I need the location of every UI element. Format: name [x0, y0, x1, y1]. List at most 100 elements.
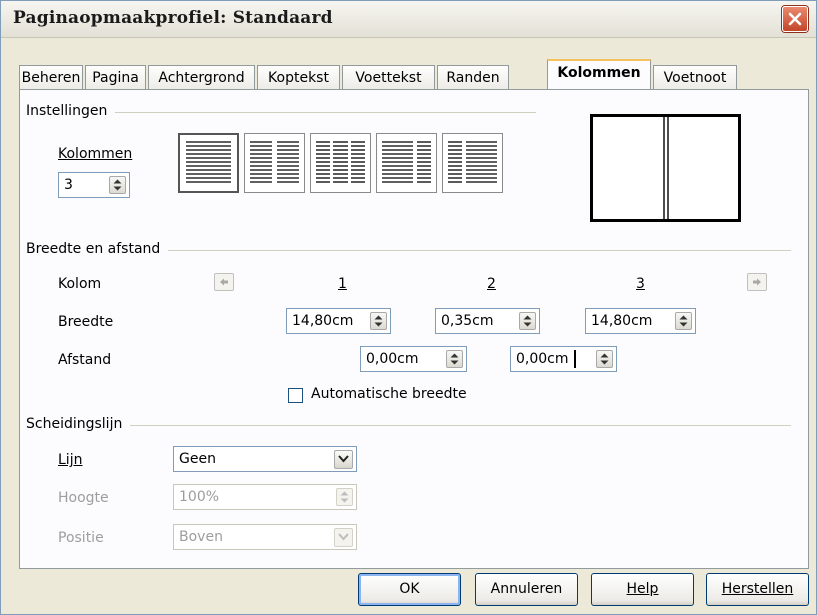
afstand-field-2[interactable]: 0,00cm: [510, 346, 617, 372]
hoogte-stepper[interactable]: 100%: [173, 484, 357, 510]
section-breedte-title: Breedte en afstand: [26, 241, 169, 257]
afstand-field-1[interactable]: 0,00cm: [360, 346, 467, 372]
tab-label: Beheren: [21, 70, 81, 86]
spin-buttons[interactable]: [370, 312, 387, 330]
layout-option-3[interactable]: [310, 133, 371, 193]
lijn-value: Geen: [179, 451, 216, 467]
positie-label: Positie: [58, 530, 104, 546]
column-number-text: 1: [338, 276, 347, 292]
kolom-label: Kolom: [58, 276, 102, 292]
auto-width-label: Automatische breedte: [311, 386, 467, 402]
herstellen-label: Herstellen: [721, 581, 794, 597]
annuleren-button[interactable]: Annuleren: [475, 573, 578, 606]
window-title: Paginaopmaakprofiel: Standaard: [13, 8, 333, 28]
tab-kolommen[interactable]: Kolommen: [547, 59, 651, 89]
afstand-label: Afstand: [58, 352, 112, 368]
spin-arrows-icon: [679, 315, 688, 327]
spin-buttons[interactable]: [109, 176, 126, 194]
tab-label: Pagina: [92, 70, 139, 86]
tab-achtergrond[interactable]: Achtergrond: [148, 65, 255, 90]
tab-beheren[interactable]: Beheren: [19, 65, 83, 90]
layout-option-4[interactable]: [376, 133, 437, 193]
text-caret: [574, 350, 576, 368]
column-number-2: 2: [487, 276, 496, 292]
hoogte-label: Hoogte: [58, 490, 109, 506]
breedte-value: 0,35cm: [441, 313, 494, 329]
breedte-value: 14,80cm: [292, 313, 354, 329]
arrow-left-icon: [220, 278, 228, 286]
tab-label: Voettekst: [355, 70, 422, 86]
tab-label: Voetnoot: [663, 70, 727, 86]
spin-buttons[interactable]: [596, 350, 613, 368]
tab-koptekst[interactable]: Koptekst: [257, 65, 340, 90]
column-right-button[interactable]: [747, 273, 767, 291]
spin-buttons[interactable]: [675, 312, 692, 330]
tab-label: Kolommen: [557, 65, 641, 81]
column-left-button[interactable]: [214, 273, 234, 291]
dropdown-button[interactable]: [334, 450, 353, 469]
close-button[interactable]: [782, 6, 808, 32]
spin-buttons[interactable]: [336, 488, 353, 506]
tab-label: Achtergrond: [158, 70, 245, 86]
tab-label: Randen: [446, 70, 500, 86]
layout-2-icon: [250, 141, 299, 183]
column-number-text: 3: [636, 276, 645, 292]
layout-3-icon: [316, 141, 365, 183]
layout-option-2[interactable]: [244, 133, 305, 193]
tab-randen[interactable]: Randen: [437, 65, 509, 90]
afstand-value: 0,00cm: [366, 351, 419, 367]
column-preview: [590, 114, 741, 222]
column-number-1: 1: [338, 276, 347, 292]
tab-pagina[interactable]: Pagina: [85, 65, 146, 90]
lijn-label-text: Lijn: [58, 452, 83, 468]
layout-option-5[interactable]: [442, 133, 503, 193]
spin-arrows-icon: [340, 491, 349, 503]
tab-voettekst[interactable]: Voettekst: [342, 65, 435, 90]
herstellen-button[interactable]: Herstellen: [706, 573, 809, 606]
spin-arrows-icon: [523, 315, 532, 327]
dialog-window: Paginaopmaakprofiel: Standaard Beheren P…: [0, 0, 817, 615]
column-number-text: 2: [487, 276, 496, 292]
breedte-value: 14,80cm: [591, 313, 653, 329]
preview-column-divider: [663, 117, 669, 219]
spin-arrows-icon: [113, 179, 122, 191]
breedte-field-1[interactable]: 14,80cm: [286, 308, 391, 334]
annuleren-label: Annuleren: [490, 581, 563, 597]
spin-arrows-icon: [600, 353, 609, 365]
spin-buttons[interactable]: [446, 350, 463, 368]
tab-voetnoot[interactable]: Voetnoot: [653, 65, 737, 90]
positie-value: Boven: [179, 529, 223, 545]
title-bar: Paginaopmaakprofiel: Standaard: [1, 1, 816, 38]
layout-5-icon: [448, 141, 497, 183]
layout-option-1[interactable]: [178, 133, 239, 193]
auto-width-checkbox[interactable]: [288, 388, 303, 403]
section-instellingen-title: Instellingen: [26, 103, 116, 119]
column-number-3: 3: [636, 276, 645, 292]
dropdown-button[interactable]: [334, 528, 353, 547]
help-label: Help: [626, 581, 659, 597]
ok-button[interactable]: OK: [358, 573, 461, 606]
chevron-down-icon: [338, 455, 349, 463]
breedte-field-2[interactable]: 0,35cm: [435, 308, 540, 334]
kolommen-label-text: Kolommen: [58, 146, 133, 162]
afstand-value: 0,00cm: [516, 351, 569, 367]
kolommen-label: Kolommen: [58, 146, 132, 162]
spin-buttons[interactable]: [519, 312, 536, 330]
breedte-field-3[interactable]: 14,80cm: [585, 308, 696, 334]
kolommen-stepper[interactable]: 3: [58, 172, 130, 198]
layout-4-icon: [382, 141, 431, 183]
layout-1-icon: [186, 141, 231, 183]
divider: [36, 425, 791, 426]
ok-label: OK: [399, 581, 420, 597]
help-button[interactable]: Help: [591, 573, 694, 606]
arrow-right-icon: [753, 278, 761, 286]
tab-label: Koptekst: [268, 70, 329, 86]
close-icon: [788, 12, 802, 26]
lijn-select[interactable]: Geen: [173, 446, 357, 472]
positie-select[interactable]: Boven: [173, 524, 357, 550]
breedte-label: Breedte: [58, 314, 114, 330]
spin-arrows-icon: [374, 315, 383, 327]
tab-panel-kolommen: Instellingen Kolommen 3 Breedte en afsta…: [19, 89, 809, 569]
hoogte-value: 100%: [179, 489, 220, 505]
lijn-label: Lijn: [58, 452, 82, 468]
